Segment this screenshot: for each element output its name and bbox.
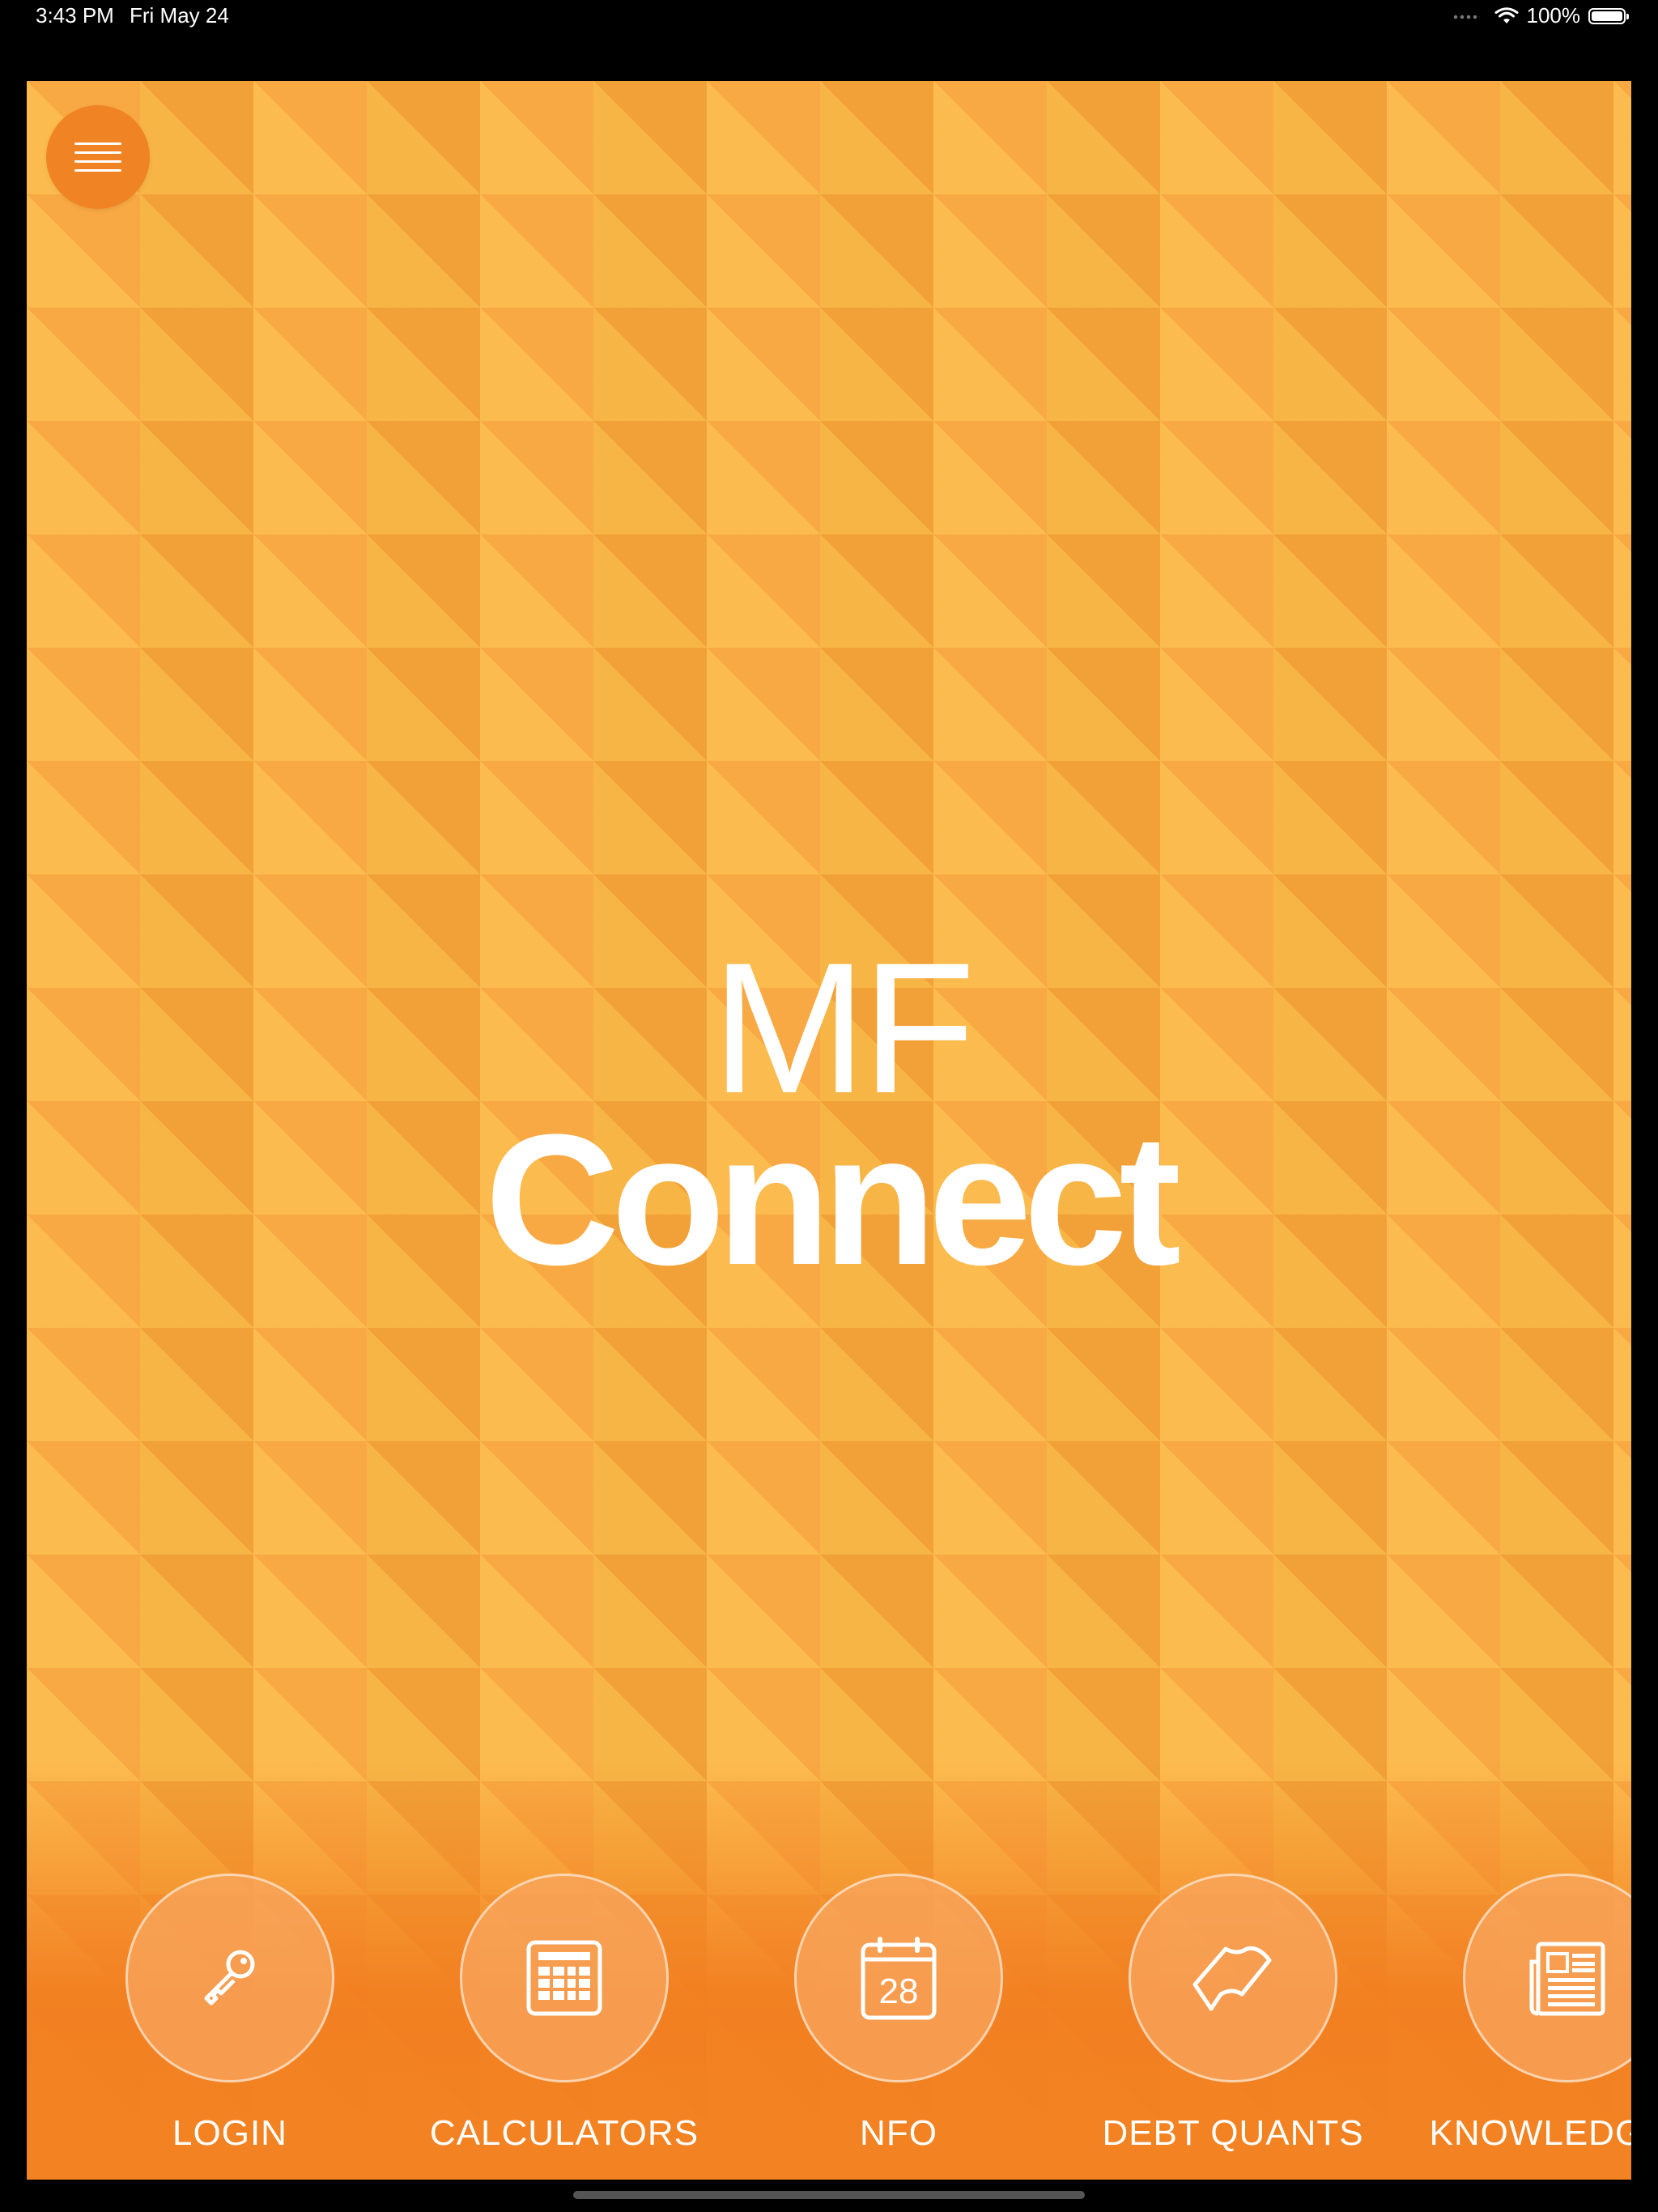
nav-login-circle[interactable]	[125, 1874, 334, 2082]
calendar-day: 28	[879, 1972, 919, 2011]
hamburger-menu-icon	[74, 136, 121, 178]
nav-knowledge-circle[interactable]	[1463, 1874, 1631, 2082]
calendar-icon: 28	[861, 1937, 937, 2020]
status-bar: 3:43 PM Fri May 24 100%	[0, 0, 1658, 32]
app-screen: MF Connect LOGIN CALCULATORS 28 NFO DEBT…	[27, 81, 1631, 2180]
nav-nfo[interactable]: 28 NFO	[729, 1874, 1069, 2154]
nav-nfo-circle[interactable]: 28	[794, 1874, 1003, 2082]
cellular-dots-icon	[1452, 15, 1480, 19]
app-logo: MF Connect	[27, 924, 1631, 1304]
status-date: Fri May 24	[130, 3, 229, 28]
wifi-icon	[1494, 6, 1518, 23]
newspaper-icon	[1529, 1942, 1605, 2016]
home-indicator[interactable]	[573, 2191, 1085, 2199]
nav-knowledge[interactable]: KNOWLEDGE C	[1397, 1874, 1631, 2154]
nav-calculators[interactable]: CALCULATORS	[394, 1874, 734, 2154]
status-time: 3:43 PM	[36, 3, 114, 28]
nav-debt-quants[interactable]: DEBT QUANTS	[1063, 1874, 1403, 2154]
nav-login-label: LOGIN	[172, 2113, 287, 2153]
nav-debt-quants-circle[interactable]	[1129, 1874, 1337, 2082]
key-icon	[204, 1950, 255, 2006]
nav-login[interactable]: LOGIN	[60, 1874, 400, 2154]
nav-debt-quants-label: DEBT QUANTS	[1102, 2113, 1364, 2153]
calculator-icon	[526, 1940, 602, 2016]
logo-connect: Connect	[485, 1095, 1181, 1304]
menu-button[interactable]	[46, 105, 150, 209]
nav-nfo-label: NFO	[860, 2113, 937, 2153]
nav-knowledge-label: KNOWLEDGE C	[1429, 2113, 1631, 2153]
battery-icon	[1588, 7, 1629, 24]
banner-icon	[1192, 1946, 1272, 2011]
battery-percent: 100%	[1526, 3, 1581, 28]
nav-calculators-circle[interactable]	[460, 1874, 669, 2082]
nav-calculators-label: CALCULATORS	[429, 2113, 699, 2153]
logo-mf: MF	[711, 924, 976, 1132]
